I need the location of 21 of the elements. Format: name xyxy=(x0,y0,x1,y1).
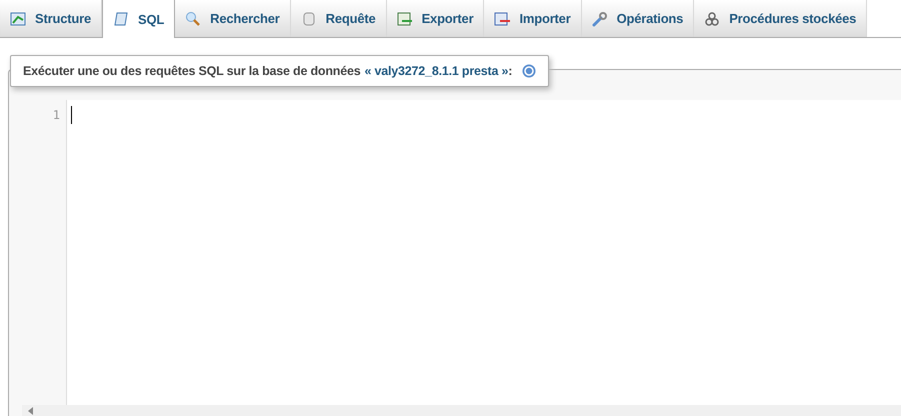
scroll-left-icon[interactable] xyxy=(28,406,33,414)
tab[interactable]: Opérations xyxy=(582,0,694,37)
export-icon xyxy=(396,10,413,26)
database-link[interactable]: « valy3272_8.1.1 presta » xyxy=(364,64,508,78)
tab[interactable]: Exporter xyxy=(386,0,484,37)
cylinder-icon xyxy=(300,10,317,26)
tab[interactable]: Procédures stockées xyxy=(694,0,868,37)
legend-colon: : xyxy=(508,64,512,78)
table-structure-icon xyxy=(10,10,26,26)
legend-text: Exécuter une ou des requêtes SQL sur la base de données xyxy=(23,64,360,78)
scroll-icon xyxy=(113,11,129,27)
tab[interactable]: SQL xyxy=(102,0,176,38)
import-icon xyxy=(494,10,510,26)
tab[interactable]: Requête xyxy=(290,0,387,37)
tab[interactable]: Importer xyxy=(484,0,582,37)
horizontal-scrollbar[interactable] xyxy=(22,405,901,416)
tab[interactable]: Rechercher xyxy=(175,0,291,37)
line-number: 1 xyxy=(52,108,61,122)
search-icon xyxy=(185,10,202,26)
text-cursor xyxy=(71,106,72,124)
tab[interactable]: Structure xyxy=(0,0,102,37)
